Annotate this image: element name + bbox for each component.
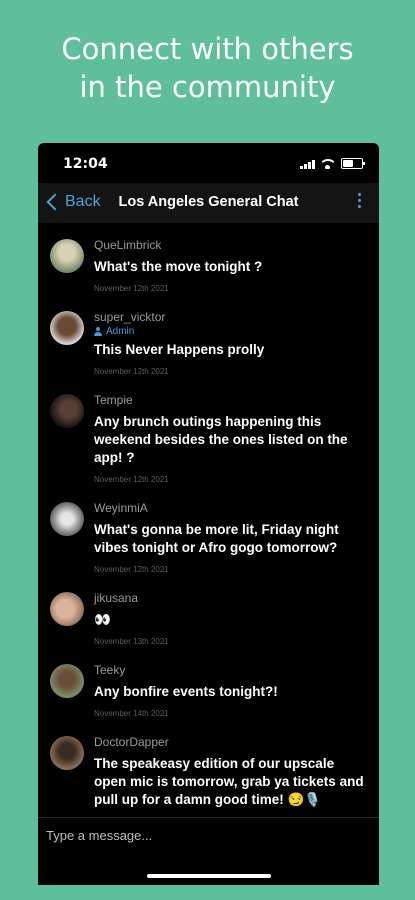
message-item: super_vicktor Admin This Never Happens p… bbox=[38, 307, 379, 378]
admin-badge: Admin bbox=[94, 325, 369, 338]
message-username[interactable]: QueLimbrick bbox=[94, 237, 369, 253]
avatar[interactable] bbox=[50, 394, 84, 428]
status-bar: 12:04 bbox=[38, 143, 379, 183]
message-text: Any brunch outings happening this weeken… bbox=[94, 414, 348, 465]
status-icons bbox=[300, 158, 365, 169]
message-text: What's gonna be more lit, Friday night v… bbox=[94, 522, 339, 555]
chat-navbar: Back Los Angeles General Chat bbox=[38, 183, 379, 223]
more-options-icon[interactable] bbox=[358, 193, 361, 208]
message-username[interactable]: Tempie bbox=[94, 392, 369, 408]
home-indicator[interactable] bbox=[147, 874, 271, 878]
message-input[interactable] bbox=[44, 824, 368, 846]
message-item: Teeky Any bonfire events tonight?! Novem… bbox=[38, 660, 379, 720]
message-username[interactable]: Teeky bbox=[94, 662, 369, 678]
message-date: November 13th 2021 bbox=[94, 637, 169, 646]
avatar[interactable] bbox=[50, 502, 84, 536]
admin-user-icon bbox=[94, 327, 102, 336]
chat-title: Los Angeles General Chat bbox=[118, 194, 299, 210]
message-item: Tempie Any brunch outings happening this… bbox=[38, 390, 379, 486]
promo-headline-line2: in the community bbox=[79, 70, 336, 104]
promo-headline-line1: Connect with others bbox=[61, 32, 354, 66]
message-date: November 12th 2021 bbox=[94, 284, 169, 293]
message-item: QueLimbrick What's the move tonight ? No… bbox=[38, 235, 379, 295]
cellular-signal-icon bbox=[300, 160, 315, 169]
message-date: November 12th 2021 bbox=[94, 565, 169, 574]
message-text: Any bonfire events tonight?! bbox=[94, 684, 278, 699]
message-item: DoctorDapper The speakeasy edition of ou… bbox=[38, 732, 379, 809]
status-time: 12:04 bbox=[63, 156, 108, 172]
message-username[interactable]: jikusana bbox=[94, 590, 369, 606]
message-text: 👀 bbox=[94, 612, 111, 627]
avatar[interactable] bbox=[50, 311, 84, 345]
avatar[interactable] bbox=[50, 239, 84, 273]
message-list[interactable]: QueLimbrick What's the move tonight ? No… bbox=[38, 235, 379, 817]
message-username[interactable]: WeyinmiA bbox=[94, 500, 369, 516]
message-item: WeyinmiA What's gonna be more lit, Frida… bbox=[38, 498, 379, 576]
wifi-icon bbox=[321, 159, 335, 169]
battery-icon bbox=[341, 158, 365, 169]
avatar[interactable] bbox=[50, 592, 84, 626]
message-username[interactable]: super_vicktor bbox=[94, 309, 369, 325]
message-text: This Never Happens prolly bbox=[94, 342, 265, 357]
message-item: jikusana 👀 November 13th 2021 bbox=[38, 588, 379, 648]
admin-badge-label: Admin bbox=[106, 326, 135, 337]
message-date: November 12th 2021 bbox=[94, 475, 169, 484]
message-date: November 12th 2021 bbox=[94, 367, 169, 376]
message-text: What's the move tonight ? bbox=[94, 259, 263, 274]
message-date: November 14th 2021 bbox=[94, 709, 169, 718]
avatar[interactable] bbox=[50, 736, 84, 770]
message-username[interactable]: DoctorDapper bbox=[94, 734, 369, 750]
message-text: The speakeasy edition of our upscale ope… bbox=[94, 756, 364, 807]
phone-screen: 12:04 Back Los Angeles General Chat QueL… bbox=[38, 143, 379, 885]
promo-headline: Connect with others in the community bbox=[0, 30, 415, 106]
avatar[interactable] bbox=[50, 664, 84, 698]
